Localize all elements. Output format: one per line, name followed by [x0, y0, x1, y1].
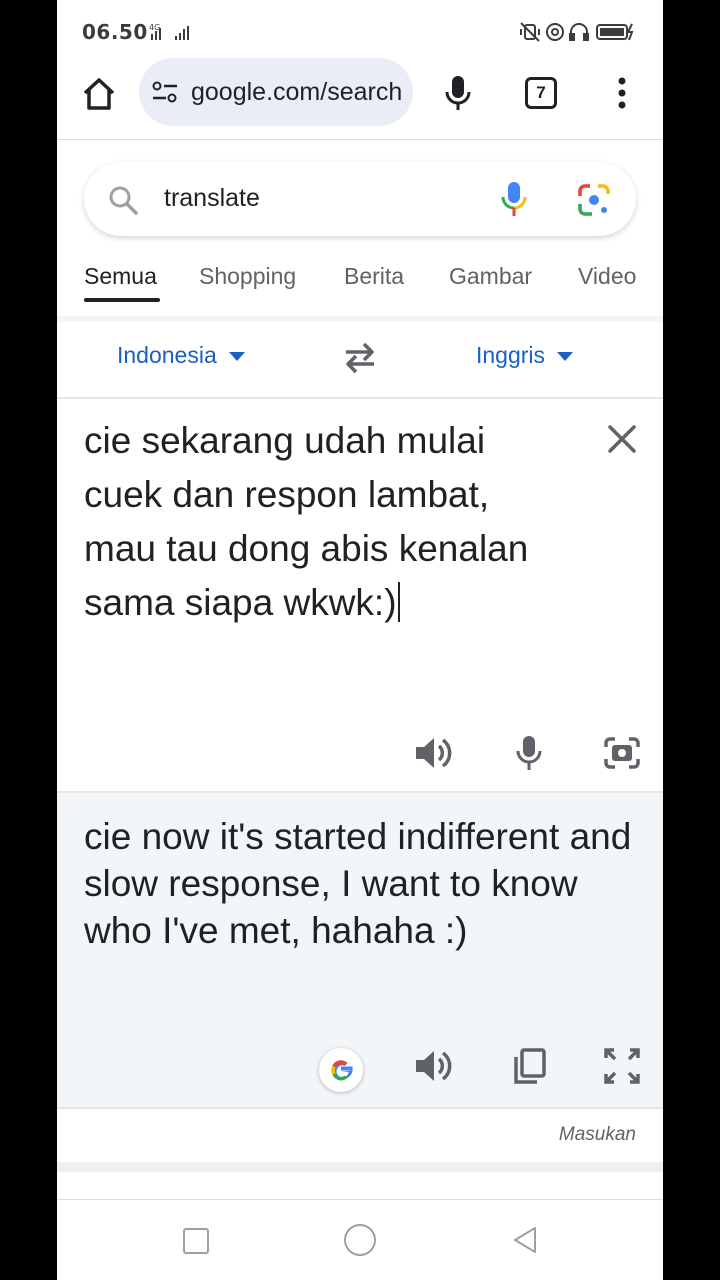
speaker-icon	[416, 1051, 452, 1081]
overflow-menu-button[interactable]	[612, 73, 632, 113]
toolbar-divider	[57, 139, 663, 140]
search-icon	[109, 186, 138, 215]
source-text-input[interactable]: cie sekarang udah mulai cuek dan respon …	[84, 414, 554, 630]
swap-icon	[346, 342, 374, 374]
speak-input-button[interactable]	[511, 733, 547, 773]
back-triangle-icon	[514, 1227, 536, 1253]
source-language-select[interactable]: Indonesia	[117, 342, 245, 369]
voice-search-button[interactable]	[440, 73, 476, 113]
status-time: 06.50	[82, 20, 148, 44]
phone-screen: 06.50 4G google.com/search 7 translate S…	[57, 0, 663, 1280]
translation-text: cie now it's started indifferent and slo…	[84, 816, 632, 951]
google-mic-icon	[501, 182, 527, 216]
tab-video[interactable]: Video	[578, 263, 636, 290]
recents-button[interactable]	[183, 1228, 209, 1254]
back-button[interactable]	[511, 1225, 539, 1255]
tab-switcher-button[interactable]: 7	[525, 77, 557, 109]
tab-semua[interactable]: Semua	[84, 263, 157, 290]
target-language-label: Inggris	[476, 342, 546, 368]
section-divider	[57, 1162, 663, 1172]
source-language-label: Indonesia	[117, 342, 217, 368]
vibrate-icon	[520, 22, 540, 42]
text-cursor	[397, 582, 400, 622]
language-divider	[57, 397, 663, 399]
home-icon	[83, 78, 115, 110]
fullscreen-button[interactable]	[602, 1046, 642, 1086]
listen-translation-button[interactable]	[412, 1046, 456, 1086]
site-settings-icon	[152, 81, 177, 103]
home-nav-button[interactable]	[344, 1224, 376, 1256]
google-lens-button[interactable]	[576, 182, 612, 218]
google-logo-button[interactable]	[319, 1048, 363, 1092]
lens-icon	[578, 184, 610, 216]
translation-output-panel: cie now it's started indifferent and slo…	[57, 791, 663, 1109]
feedback-link[interactable]: Masukan	[559, 1124, 636, 1146]
status-icons	[519, 20, 639, 49]
tab-berita[interactable]: Berita	[344, 263, 404, 290]
speaker-icon	[416, 738, 452, 768]
battery-icon	[596, 23, 634, 41]
search-input[interactable]: translate	[164, 184, 260, 213]
search-box[interactable]: translate	[84, 162, 636, 236]
tab-shopping[interactable]: Shopping	[199, 263, 296, 290]
more-vert-icon	[618, 77, 626, 109]
dropdown-arrow-icon	[228, 352, 245, 362]
url-text: google.com/search	[191, 78, 401, 106]
listen-source-button[interactable]	[412, 733, 456, 773]
address-bar[interactable]: google.com/search	[139, 58, 413, 126]
swap-languages-button[interactable]	[340, 340, 380, 376]
source-text: cie sekarang udah mulai cuek dan respon …	[84, 420, 529, 623]
tab-gambar[interactable]: Gambar	[449, 263, 532, 290]
clear-text-button[interactable]	[605, 422, 639, 456]
target-language-select[interactable]: Inggris	[476, 342, 574, 369]
home-button[interactable]	[77, 72, 121, 116]
signal-indicator: 4G	[145, 22, 193, 45]
network-type: 4G	[149, 23, 160, 32]
google-g-icon	[331, 1060, 353, 1081]
microphone-icon	[516, 736, 542, 770]
expand-icon	[604, 1048, 640, 1084]
dropdown-arrow-icon	[557, 352, 574, 362]
headphones-icon	[569, 23, 589, 41]
camera-icon	[604, 737, 640, 769]
close-icon	[608, 425, 636, 453]
hotspot-icon	[546, 23, 564, 41]
navbar-divider	[57, 1199, 663, 1200]
copy-icon	[514, 1048, 546, 1084]
camera-translate-button[interactable]	[602, 733, 642, 773]
active-tab-indicator	[84, 298, 160, 302]
copy-translation-button[interactable]	[509, 1046, 549, 1086]
section-divider	[57, 316, 663, 322]
search-voice-button[interactable]	[496, 179, 532, 219]
microphone-icon	[445, 76, 471, 110]
